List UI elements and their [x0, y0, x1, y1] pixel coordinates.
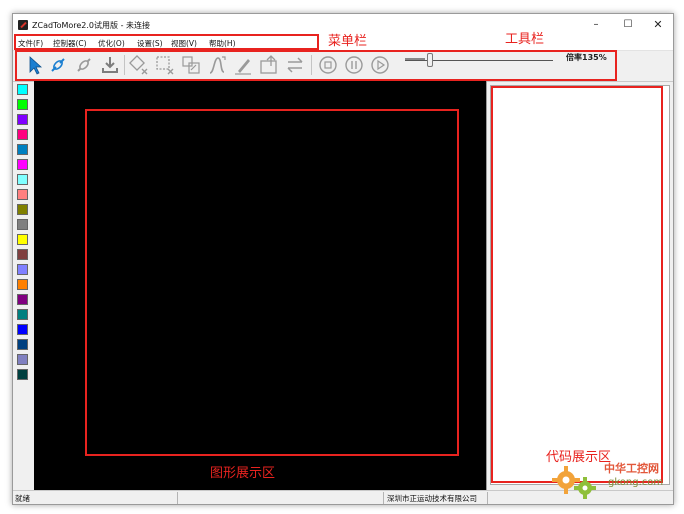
- color-swatch[interactable]: [17, 249, 28, 260]
- color-swatch[interactable]: [17, 114, 28, 125]
- close-button[interactable]: ✕: [643, 16, 673, 34]
- status-divider: [177, 492, 178, 504]
- minimize-button[interactable]: –: [581, 16, 611, 34]
- color-swatch[interactable]: [17, 99, 28, 110]
- status-text: 就绪: [15, 494, 30, 503]
- color-swatch[interactable]: [17, 294, 28, 305]
- toolbar-annotation: 工具栏: [505, 32, 545, 47]
- panel-splitter[interactable]: [486, 81, 487, 490]
- canvas-highlight-box: [85, 109, 459, 456]
- color-swatch[interactable]: [17, 324, 28, 335]
- code-panel-highlight-box: [491, 86, 663, 483]
- color-swatch[interactable]: [17, 159, 28, 170]
- color-swatch[interactable]: [17, 144, 28, 155]
- canvas-annotation: 图形展示区: [210, 466, 276, 481]
- color-swatch[interactable]: [17, 174, 28, 185]
- maximize-button[interactable]: ☐: [613, 16, 643, 34]
- color-swatch[interactable]: [17, 234, 28, 245]
- watermark: 中华工控网 gkong.com: [548, 458, 676, 504]
- color-swatch[interactable]: [17, 354, 28, 365]
- color-swatch[interactable]: [17, 189, 28, 200]
- status-divider: [487, 492, 488, 504]
- menubar-annotation: 菜单栏: [328, 34, 368, 49]
- watermark-cn: 中华工控网: [604, 462, 659, 475]
- toolbar-highlight-box: [15, 50, 617, 81]
- status-divider: [383, 492, 384, 504]
- gear-logo-icon: [552, 466, 596, 499]
- color-swatch[interactable]: [17, 84, 28, 95]
- color-swatch[interactable]: [17, 279, 28, 290]
- color-swatch[interactable]: [17, 204, 28, 215]
- color-swatch[interactable]: [17, 219, 28, 230]
- menubar-highlight-box: [14, 34, 319, 50]
- app-logo-icon: [18, 20, 28, 30]
- status-company: 深圳市正运动技术有限公司: [387, 494, 477, 503]
- color-swatch[interactable]: [17, 129, 28, 140]
- color-swatch[interactable]: [17, 369, 28, 380]
- window-title: ZCadToMore2.0试用版 - 未连接: [32, 21, 150, 30]
- color-swatch[interactable]: [17, 264, 28, 275]
- color-swatch[interactable]: [17, 339, 28, 350]
- color-palette: [17, 84, 29, 490]
- color-swatch[interactable]: [17, 309, 28, 320]
- watermark-en: gkong.com: [608, 477, 664, 488]
